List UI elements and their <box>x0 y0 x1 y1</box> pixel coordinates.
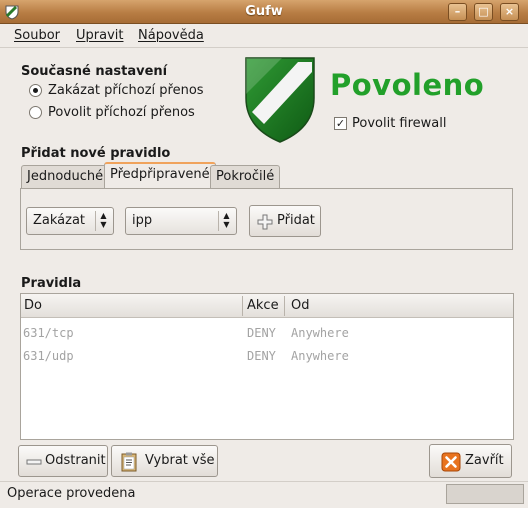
rule-from: Anywhere <box>291 326 349 340</box>
service-select-value: ipp <box>132 213 153 228</box>
rule-to: 631/udp <box>23 349 74 363</box>
rule-action: DENY <box>247 349 276 363</box>
updown-arrows-icon: ▲ ▼ <box>95 211 109 231</box>
select-all-button[interactable]: Vybrat vše <box>111 445 218 477</box>
updown-arrows-icon: ▲ ▼ <box>218 211 232 231</box>
minus-icon <box>26 459 42 465</box>
select-all-label: Vybrat vše <box>145 453 215 468</box>
action-select[interactable]: Zakázat ▲ ▼ <box>26 207 114 235</box>
close-x-icon <box>441 452 461 472</box>
close-label: Zavřít <box>465 453 504 468</box>
enable-firewall-checkbox[interactable]: ✓ <box>334 117 347 130</box>
resize-grip[interactable] <box>446 484 524 504</box>
menu-edit[interactable]: Upravit <box>76 28 123 43</box>
column-to[interactable]: Do <box>24 298 42 313</box>
menu-file[interactable]: Soubor <box>14 28 60 43</box>
title-bar[interactable]: Gufw – □ × <box>0 0 528 24</box>
current-settings-heading: Současné nastavení <box>21 64 168 79</box>
remove-label: Odstranit <box>45 453 106 468</box>
remove-button[interactable]: Odstranit <box>18 445 108 477</box>
radio-allow-incoming[interactable] <box>29 106 42 119</box>
close-button[interactable]: Zavřít <box>429 444 512 478</box>
rule-from: Anywhere <box>291 349 349 363</box>
status-text: Operace provedena <box>7 486 136 501</box>
radio-deny-incoming[interactable] <box>29 84 42 97</box>
add-rule-label: Přidat <box>277 213 315 228</box>
tab-advanced[interactable]: Pokročilé <box>210 165 281 189</box>
service-select[interactable]: ipp ▲ ▼ <box>125 207 237 235</box>
maximize-button[interactable]: □ <box>474 3 493 21</box>
rule-action: DENY <box>247 326 276 340</box>
firewall-status-label: Povoleno <box>330 68 485 102</box>
add-rule-button[interactable]: Přidat <box>249 205 321 237</box>
menu-help[interactable]: Nápověda <box>138 28 204 43</box>
minimize-button[interactable]: – <box>448 3 467 21</box>
rules-list-header: Do Akce Od <box>21 294 513 318</box>
radio-allow-label[interactable]: Povolit příchozí přenos <box>48 105 195 120</box>
clipboard-icon <box>121 452 137 472</box>
status-bar: Operace provedena <box>0 481 528 508</box>
shield-logo-icon <box>245 57 315 143</box>
add-rule-heading: Přidat nové pravidlo <box>21 146 171 161</box>
plus-icon <box>257 214 273 230</box>
enable-firewall-label[interactable]: Povolit firewall <box>352 116 447 131</box>
close-window-button[interactable]: × <box>500 3 519 21</box>
tab-simple[interactable]: Jednoduché <box>21 165 110 189</box>
menu-bar: Soubor Upravit Nápověda <box>0 24 528 48</box>
column-action[interactable]: Akce <box>247 298 279 313</box>
rules-heading: Pravidla <box>21 276 82 291</box>
rule-to: 631/tcp <box>23 326 74 340</box>
tab-preconfigured[interactable]: Předpřipravené <box>104 162 216 189</box>
radio-deny-label[interactable]: Zakázat příchozí přenos <box>48 83 204 98</box>
action-select-value: Zakázat <box>33 213 86 228</box>
column-from[interactable]: Od <box>291 298 309 313</box>
rules-list[interactable]: Do Akce Od 631/tcp DENY Anywhere 631/udp… <box>20 293 514 440</box>
